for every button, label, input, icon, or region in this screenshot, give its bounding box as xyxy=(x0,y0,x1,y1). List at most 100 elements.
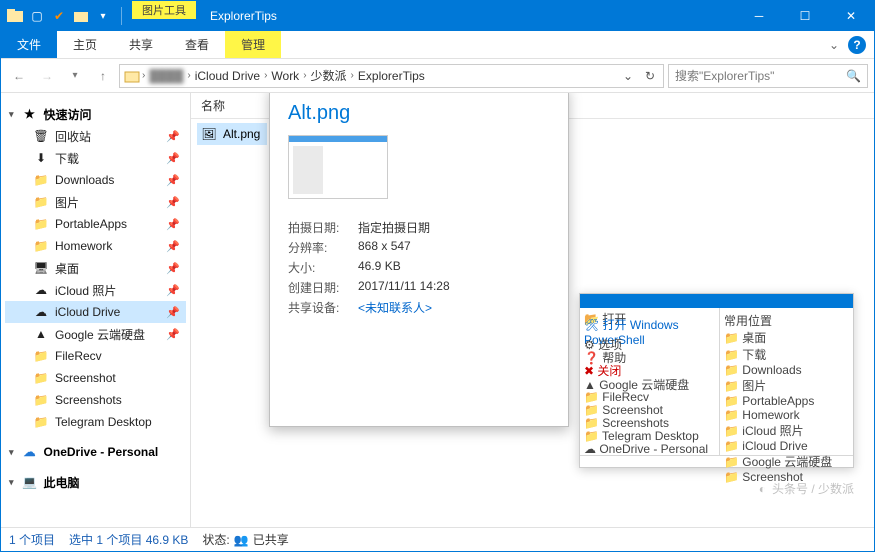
status-bar: 1 个项目 选中 1 个项目 46.9 KB 状态: 👥 已共享 xyxy=(1,527,874,551)
breadcrumb-seg[interactable]: iCloud Drive xyxy=(191,69,264,83)
pin-icon: 📌 xyxy=(166,284,180,297)
help-icon[interactable]: ? xyxy=(848,36,866,54)
recent-dropdown-icon[interactable]: ▾ xyxy=(63,64,87,88)
sidebar-label: Google 云端硬盘 xyxy=(55,326,145,343)
window-title: ExplorerTips xyxy=(196,1,736,31)
folder-icon: 📁 xyxy=(33,238,49,254)
recycle-icon: 🗑 xyxy=(33,128,49,144)
sidebar-item-filerecv[interactable]: 📁FileRecv xyxy=(5,345,186,367)
ribbon-expand-icon[interactable]: ⌄ xyxy=(820,31,848,58)
nav-bar: ← → ▾ ↑ › ████ › iCloud Drive › Work › 少… xyxy=(1,59,874,93)
file-name: Alt.png xyxy=(223,127,260,141)
qat-newfolder-icon[interactable] xyxy=(73,8,89,24)
download-icon: ⬇ xyxy=(33,150,49,166)
sidebar-label: OneDrive - Personal xyxy=(44,445,159,459)
meta-key: 分辨率: xyxy=(288,239,358,256)
sidebar-label: iCloud 照片 xyxy=(55,282,116,299)
meta-value[interactable]: 指定拍摄日期 xyxy=(358,219,550,236)
preview-thumbnail xyxy=(288,135,388,199)
sidebar-thispc[interactable]: 💻 此电脑 xyxy=(5,471,186,493)
minimize-button[interactable]: ─ xyxy=(736,1,782,31)
watermark-icon: ◐ xyxy=(759,482,766,496)
address-dropdown-icon[interactable]: ⌄ xyxy=(617,65,639,87)
refresh-button[interactable]: ↻ xyxy=(639,65,661,87)
breadcrumb-seg[interactable]: Work xyxy=(267,69,303,83)
desktop-icon: 🖥 xyxy=(33,260,49,276)
tab-view[interactable]: 查看 xyxy=(169,31,225,58)
folder-icon: 📁 xyxy=(33,414,49,430)
sidebar-label: 下载 xyxy=(55,150,79,167)
sidebar-label: Homework xyxy=(55,239,112,253)
back-button[interactable]: ← xyxy=(7,64,31,88)
sidebar-onedrive[interactable]: ☁ OneDrive - Personal xyxy=(5,441,186,463)
breadcrumb-seg[interactable]: ExplorerTips xyxy=(354,69,429,83)
status-selected: 选中 1 个项目 46.9 KB xyxy=(69,531,188,548)
folder-icon: 📁 xyxy=(33,216,49,232)
breadcrumb-seg[interactable]: 少数派 xyxy=(307,67,351,84)
icloud-icon: ☁ xyxy=(33,304,49,320)
address-bar[interactable]: › ████ › iCloud Drive › Work › 少数派 › Exp… xyxy=(119,64,664,88)
breadcrumb-blurred[interactable]: ████ xyxy=(145,69,187,83)
folder-icon: 📁 xyxy=(33,348,49,364)
qat-check-icon[interactable]: ✔ xyxy=(51,8,67,24)
meta-value: 2017/11/11 14:28 xyxy=(358,279,550,296)
pc-icon: 💻 xyxy=(22,474,38,490)
meta-key: 拍摄日期: xyxy=(288,219,358,236)
sidebar-item-recycle[interactable]: 🗑回收站📌 xyxy=(5,125,186,147)
secondary-preview: 📂 打开 🛠 打开 Windows PowerShell ⚙ 选项 ❓ 帮助 ✖… xyxy=(579,293,854,468)
spacer xyxy=(281,31,820,58)
close-button[interactable]: ✕ xyxy=(828,1,874,31)
search-placeholder: 搜索"ExplorerTips" xyxy=(675,67,774,84)
meta-value[interactable]: <未知联系人> xyxy=(358,299,550,316)
tab-share[interactable]: 共享 xyxy=(113,31,169,58)
qat-properties-icon[interactable]: ▢ xyxy=(29,8,45,24)
up-button[interactable]: ↑ xyxy=(91,64,115,88)
sidebar-item-google-drive[interactable]: ▲Google 云端硬盘📌 xyxy=(5,323,186,345)
meta-value: 868 x 547 xyxy=(358,239,550,256)
pin-icon: 📌 xyxy=(166,196,180,209)
search-input[interactable]: 搜索"ExplorerTips" 🔍 xyxy=(668,64,868,88)
search-icon[interactable]: 🔍 xyxy=(846,69,861,83)
sidebar-item-portableapps[interactable]: 📁 PortableApps 📌 xyxy=(5,213,186,235)
sidebar-item-screenshot[interactable]: 📁Screenshot xyxy=(5,367,186,389)
sidebar-item-downloads-cn[interactable]: ⬇下载📌 xyxy=(5,147,186,169)
separator xyxy=(121,7,122,25)
sidebar-label: PortableApps xyxy=(55,217,127,231)
status-item-count: 1 个项目 xyxy=(9,531,55,548)
people-icon: 👥 xyxy=(234,533,249,547)
forward-button[interactable]: → xyxy=(35,64,59,88)
sidebar-label: 此电脑 xyxy=(44,474,80,491)
icloud-icon: ☁ xyxy=(33,282,49,298)
file-item[interactable]: 🖼 Alt.png xyxy=(197,123,267,145)
sidebar-item-icloud-photos[interactable]: ☁ iCloud 照片 📌 xyxy=(5,279,186,301)
pin-icon: 📌 xyxy=(166,174,180,187)
mini-submenu: 常用位置 📁 桌面📁 下载📁 Downloads📁 图片📁 PortableAp… xyxy=(720,308,853,455)
meta-key: 创建日期: xyxy=(288,279,358,296)
status-state-label: 状态: xyxy=(202,531,229,548)
status-share: 状态: 👥 已共享 xyxy=(202,531,288,548)
meta-key: 大小: xyxy=(288,259,358,276)
sidebar-label: Telegram Desktop xyxy=(55,415,152,429)
sidebar-item-icloud-drive[interactable]: ☁iCloud Drive📌 xyxy=(5,301,186,323)
sidebar-item-homework[interactable]: 📁 Homework 📌 xyxy=(5,235,186,257)
body: ★快速访问 🗑回收站📌 ⬇ 下载 📌 📁 Downloads 📌 📁图片📌 📁 Porta… xyxy=(1,93,874,527)
sidebar-item-screenshots[interactable]: 📁Screenshots xyxy=(5,389,186,411)
pin-icon: 📌 xyxy=(166,240,180,253)
pin-icon: 📌 xyxy=(166,218,180,231)
qat-dropdown-icon[interactable]: ▾ xyxy=(95,8,111,24)
sidebar-quick-access[interactable]: ★快速访问 xyxy=(5,103,186,125)
window-controls: ─ ☐ ✕ xyxy=(736,1,874,31)
tab-home[interactable]: 主页 xyxy=(57,31,113,58)
sidebar-label: Downloads xyxy=(55,173,114,187)
maximize-button[interactable]: ☐ xyxy=(782,1,828,31)
sidebar-item-telegram[interactable]: 📁 Telegram Desktop xyxy=(5,411,186,433)
quick-access-toolbar: ▢ ✔ ▾ xyxy=(1,1,132,31)
cloud-icon: ☁ xyxy=(22,444,38,460)
folder-icon: 📁 xyxy=(33,370,49,386)
title-bar: ▢ ✔ ▾ 图片工具 ExplorerTips ─ ☐ ✕ xyxy=(1,1,874,31)
tab-manage[interactable]: 管理 xyxy=(225,31,281,58)
sidebar-item-pictures[interactable]: 📁图片📌 xyxy=(5,191,186,213)
tab-file[interactable]: 文件 xyxy=(1,31,57,58)
sidebar-item-desktop[interactable]: 🖥桌面📌 xyxy=(5,257,186,279)
sidebar-item-downloads[interactable]: 📁Downloads📌 xyxy=(5,169,186,191)
